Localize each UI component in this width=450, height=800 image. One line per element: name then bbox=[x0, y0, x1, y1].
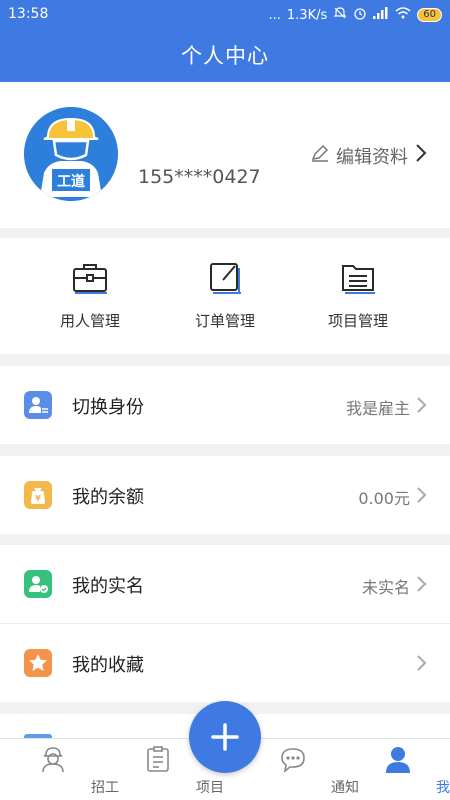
wifi-icon bbox=[395, 7, 411, 23]
worker-icon bbox=[40, 745, 66, 773]
shortcut-hiring-management[interactable]: 用人管理 bbox=[15, 238, 165, 354]
shortcut-label: 项目管理 bbox=[327, 312, 388, 330]
menu-label: 切换身份 bbox=[72, 397, 144, 418]
status-indicators: ... 1.3K/s 60 bbox=[268, 6, 442, 24]
menu-label: 我的余额 bbox=[72, 487, 144, 508]
chevron-right-icon bbox=[416, 574, 428, 594]
edit-order-icon bbox=[205, 260, 245, 296]
status-time: 13:58 bbox=[8, 6, 49, 22]
tab-recruit[interactable]: 招工 bbox=[0, 739, 119, 800]
edit-profile-button[interactable]: 编辑资料 bbox=[310, 142, 428, 169]
svg-text:¥: ¥ bbox=[35, 494, 41, 503]
menu-value: 我是雇主 bbox=[345, 399, 410, 418]
chevron-right-icon bbox=[416, 395, 428, 415]
pencil-icon bbox=[310, 143, 330, 168]
net-speed: 1.3K/s bbox=[286, 7, 328, 23]
avatar-badge-text: 工道 bbox=[57, 173, 85, 190]
folder-list-icon bbox=[338, 260, 378, 296]
chevron-right-icon bbox=[414, 142, 428, 169]
edit-profile-label: 编辑资料 bbox=[336, 146, 408, 168]
alarm-icon bbox=[353, 6, 367, 24]
switch-identity-icon bbox=[24, 391, 52, 419]
menu-real-name[interactable]: 我的实名 未实名 bbox=[0, 545, 450, 623]
page-title: 个人中心 bbox=[0, 30, 450, 82]
shortcut-project-management[interactable]: 项目管理 bbox=[283, 238, 433, 354]
menu-value: 未实名 bbox=[361, 578, 410, 597]
star-icon bbox=[24, 649, 52, 677]
verified-user-icon bbox=[24, 570, 52, 598]
plus-icon bbox=[211, 723, 239, 751]
mute-icon bbox=[333, 6, 347, 24]
project-icon bbox=[145, 745, 171, 773]
briefcase-icon bbox=[70, 260, 110, 296]
add-button[interactable] bbox=[189, 701, 261, 773]
worker-avatar-icon: 工道 bbox=[24, 107, 118, 201]
avatar[interactable]: 工道 bbox=[24, 107, 118, 201]
menu-my-balance[interactable]: ¥ 我的余额 0.00元 bbox=[0, 456, 450, 534]
chevron-right-icon bbox=[416, 653, 428, 673]
status-dots: ... bbox=[268, 7, 281, 23]
menu-value: 0.00元 bbox=[358, 489, 410, 508]
phone-number: 155****0427 bbox=[138, 166, 261, 188]
chevron-right-icon bbox=[416, 485, 428, 505]
signal-icon bbox=[373, 7, 389, 23]
status-bar: 13:58 ... 1.3K/s 60 bbox=[0, 0, 450, 30]
wallet-icon: ¥ bbox=[24, 481, 52, 509]
tab-me[interactable]: 我的 bbox=[345, 739, 450, 800]
battery-indicator: 60 bbox=[417, 8, 442, 22]
shortcut-label: 订单管理 bbox=[194, 312, 255, 330]
menu-label: 我的实名 bbox=[72, 576, 144, 597]
user-icon bbox=[385, 745, 411, 773]
shortcut-label: 用人管理 bbox=[59, 312, 120, 330]
menu-my-favorites[interactable]: 我的收藏 bbox=[0, 624, 450, 702]
tab-label: 我的 bbox=[436, 780, 450, 796]
shortcut-order-management[interactable]: 订单管理 bbox=[150, 238, 300, 354]
menu-switch-identity[interactable]: 切换身份 我是雇主 bbox=[0, 366, 450, 444]
management-shortcuts: 用人管理 订单管理 项目管理 bbox=[0, 238, 450, 354]
chat-icon bbox=[280, 745, 306, 773]
menu-label: 我的收藏 bbox=[72, 655, 144, 676]
profile-card[interactable]: 工道 155****0427 编辑资料 bbox=[0, 82, 450, 228]
